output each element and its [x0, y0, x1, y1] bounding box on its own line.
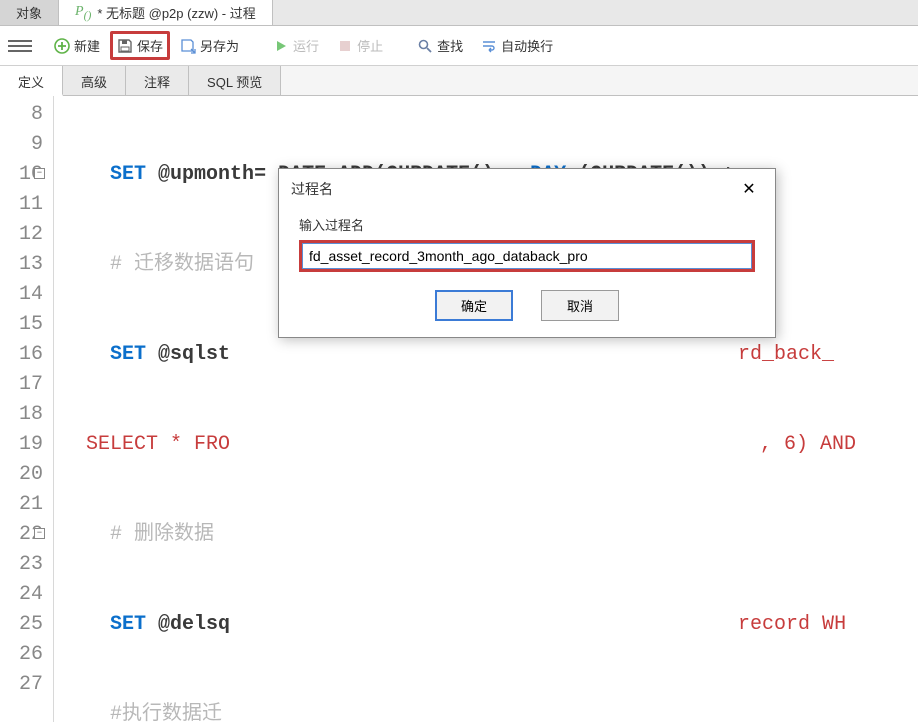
- save-button[interactable]: 保存: [110, 31, 170, 60]
- line-number: 18: [6, 400, 43, 430]
- tab-objects[interactable]: 对象: [0, 0, 59, 25]
- dialog-titlebar: 过程名 ✕: [279, 169, 775, 209]
- toolbar: 新建 保存 另存为 运行 停止 查找 自动换行: [0, 26, 918, 66]
- procedure-icon: P(): [75, 4, 91, 22]
- tab-label: 对象: [16, 3, 42, 22]
- line-number: 10−: [6, 160, 43, 190]
- menu-icon[interactable]: [8, 34, 32, 58]
- line-number: 11: [6, 190, 43, 220]
- stop-icon: [337, 38, 353, 54]
- tab-untitled[interactable]: P() * 无标题 @p2p (zzw) - 过程: [59, 0, 273, 25]
- fold-icon[interactable]: −: [34, 528, 45, 539]
- line-number: 25: [6, 610, 43, 640]
- line-number: 16: [6, 340, 43, 370]
- dialog-title: 过程名: [291, 179, 333, 199]
- save-icon: [117, 38, 133, 54]
- wrap-button[interactable]: 自动换行: [473, 32, 561, 59]
- input-label: 输入过程名: [299, 215, 755, 234]
- new-button[interactable]: 新建: [46, 32, 108, 59]
- button-label: 新建: [74, 36, 100, 55]
- line-number: 24: [6, 580, 43, 610]
- line-gutter: 8 9 10− 11 12 13 14 15 16 17 18 19 20 21…: [0, 96, 54, 722]
- procedure-name-input[interactable]: [302, 243, 752, 269]
- editor-tabs: 定义 高级 注释 SQL 预览: [0, 66, 918, 96]
- line-number: 19: [6, 430, 43, 460]
- find-button[interactable]: 查找: [409, 32, 471, 59]
- line-number: 12: [6, 220, 43, 250]
- tab-comment[interactable]: 注释: [126, 66, 189, 95]
- tab-label: * 无标题 @p2p (zzw) - 过程: [97, 3, 255, 22]
- button-label: 自动换行: [501, 36, 553, 55]
- line-number: 8: [6, 100, 43, 130]
- line-number: 26: [6, 640, 43, 670]
- close-icon: ✕: [742, 181, 755, 198]
- wrap-icon: [481, 38, 497, 54]
- button-label: 查找: [437, 36, 463, 55]
- line-number: 22−: [6, 520, 43, 550]
- procedure-name-dialog: 过程名 ✕ 输入过程名 确定 取消: [278, 168, 776, 338]
- line-number: 27: [6, 670, 43, 700]
- cancel-button[interactable]: 取消: [541, 290, 619, 321]
- line-number: 9: [6, 130, 43, 160]
- line-number: 20: [6, 460, 43, 490]
- button-label: 保存: [137, 36, 163, 55]
- window-tabs: 对象 P() * 无标题 @p2p (zzw) - 过程: [0, 0, 918, 26]
- line-number: 21: [6, 490, 43, 520]
- input-highlight: [299, 240, 755, 272]
- play-icon: [273, 38, 289, 54]
- saveas-button[interactable]: 另存为: [172, 32, 247, 59]
- line-number: 17: [6, 370, 43, 400]
- tab-define[interactable]: 定义: [0, 66, 63, 96]
- plus-circle-icon: [54, 38, 70, 54]
- tab-sqlpreview[interactable]: SQL 预览: [189, 66, 281, 95]
- run-button[interactable]: 运行: [265, 32, 327, 59]
- line-number: 15: [6, 310, 43, 340]
- tab-advanced[interactable]: 高级: [63, 66, 126, 95]
- button-label: 另存为: [200, 36, 239, 55]
- saveas-icon: [180, 38, 196, 54]
- ok-button[interactable]: 确定: [435, 290, 513, 321]
- button-label: 停止: [357, 36, 383, 55]
- line-number: 13: [6, 250, 43, 280]
- stop-button[interactable]: 停止: [329, 32, 391, 59]
- close-button[interactable]: ✕: [735, 177, 763, 201]
- fold-icon[interactable]: −: [34, 168, 45, 179]
- search-icon: [417, 38, 433, 54]
- line-number: 14: [6, 280, 43, 310]
- button-label: 运行: [293, 36, 319, 55]
- line-number: 23: [6, 550, 43, 580]
